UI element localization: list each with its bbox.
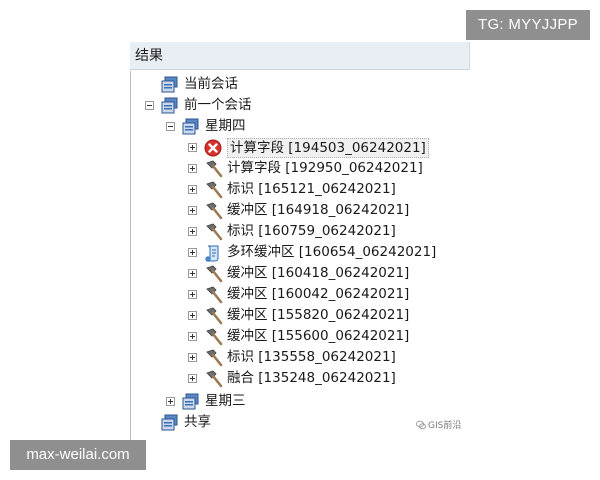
tree-node-label: 缓冲区 [155600_06242021] xyxy=(227,328,410,344)
results-tree: 当前会话 前一个会话 星期四 计算字段 [194503_06242021] 计算… xyxy=(130,71,472,442)
expand-toggle-icon[interactable] xyxy=(188,143,197,152)
screenshot-canvas: TG: MYYJJPP 结果 当前会话 前一个会话 星期四 计算字段 [1945… xyxy=(0,0,600,480)
tree-node-result[interactable]: 计算字段 [192950_06242021] xyxy=(188,158,423,179)
hammer-icon xyxy=(203,285,223,305)
results-panel: 结果 当前会话 前一个会话 星期四 计算字段 [194503_06242021]… xyxy=(130,42,472,442)
hammer-icon xyxy=(203,159,223,179)
hammer-icon xyxy=(203,327,223,347)
tree-node-shared[interactable]: 共享 xyxy=(145,412,211,433)
tree-node-wednesday[interactable]: 星期三 xyxy=(166,391,246,412)
script-icon xyxy=(203,243,223,263)
session-icon xyxy=(181,117,201,137)
error-icon xyxy=(203,138,223,158)
tree-node-label: 标识 [160759_06242021] xyxy=(227,223,396,239)
hammer-icon xyxy=(203,306,223,326)
wechat-icon xyxy=(416,420,426,430)
tree-node-label: 缓冲区 [155820_06242021] xyxy=(227,307,410,323)
session-icon xyxy=(181,392,201,412)
session-icon xyxy=(160,96,180,116)
session-icon xyxy=(160,413,180,433)
session-icon xyxy=(160,75,180,95)
tree-node-result[interactable]: 标识 [160759_06242021] xyxy=(188,221,396,242)
tree-node-result[interactable]: 标识 [135558_06242021] xyxy=(188,347,396,368)
tree-node-result[interactable]: 计算字段 [194503_06242021] xyxy=(188,137,429,158)
expand-toggle-icon[interactable] xyxy=(188,353,197,362)
collapse-toggle-icon[interactable] xyxy=(145,101,154,110)
hammer-icon xyxy=(203,201,223,221)
results-panel-title: 结果 xyxy=(130,42,470,70)
tree-node-label: 当前会话 xyxy=(184,76,238,92)
expand-toggle-icon[interactable] xyxy=(188,290,197,299)
tree-node-result[interactable]: 缓冲区 [160042_06242021] xyxy=(188,284,409,305)
tree-node-result[interactable]: 多环缓冲区 [160654_06242021] xyxy=(188,242,436,263)
tree-node-result[interactable]: 缓冲区 [164918_06242021] xyxy=(188,200,409,221)
expand-toggle-icon[interactable] xyxy=(188,227,197,236)
tree-node-label: 标识 [165121_06242021] xyxy=(227,181,396,197)
expand-toggle-icon[interactable] xyxy=(188,374,197,383)
expand-toggle-icon[interactable] xyxy=(188,248,197,257)
expand-toggle-icon[interactable] xyxy=(188,164,197,173)
tree-node-current-session[interactable]: 当前会话 xyxy=(145,74,238,95)
tree-node-label: 多环缓冲区 [160654_06242021] xyxy=(227,244,437,260)
expand-toggle-icon[interactable] xyxy=(188,206,197,215)
tg-watermark-badge: TG: MYYJJPP xyxy=(466,10,590,40)
tree-node-label: 融合 [135248_06242021] xyxy=(227,370,396,386)
tree-node-label: 标识 [135558_06242021] xyxy=(227,349,396,365)
expand-toggle-icon[interactable] xyxy=(188,269,197,278)
tree-node-label: 计算字段 [194503_06242021] xyxy=(227,137,429,158)
tree-node-result[interactable]: 缓冲区 [155820_06242021] xyxy=(188,305,409,326)
tree-node-label: 缓冲区 [164918_06242021] xyxy=(227,202,410,218)
tree-node-label: 前一个会话 xyxy=(184,97,252,113)
tree-node-label: 缓冲区 [160418_06242021] xyxy=(227,265,410,281)
tree-node-previous-session[interactable]: 前一个会话 xyxy=(145,95,252,116)
tree-node-result[interactable]: 标识 [165121_06242021] xyxy=(188,179,396,200)
gis-watermark-text: GIS前沿 xyxy=(428,421,462,431)
hammer-icon xyxy=(203,369,223,389)
tree-node-result[interactable]: 缓冲区 [160418_06242021] xyxy=(188,263,409,284)
hammer-icon xyxy=(203,264,223,284)
tree-node-label: 星期三 xyxy=(205,393,246,409)
tree-node-result[interactable]: 缓冲区 [155600_06242021] xyxy=(188,326,409,347)
expand-toggle-icon[interactable] xyxy=(166,397,175,406)
expand-toggle-icon[interactable] xyxy=(188,311,197,320)
tree-node-label: 共享 xyxy=(184,414,211,430)
tree-node-result[interactable]: 融合 [135248_06242021] xyxy=(188,368,396,389)
tree-node-thursday[interactable]: 星期四 xyxy=(166,116,246,137)
hammer-icon xyxy=(203,348,223,368)
hammer-icon xyxy=(203,180,223,200)
tree-node-label: 计算字段 [192950_06242021] xyxy=(227,160,423,176)
tree-node-label: 缓冲区 [160042_06242021] xyxy=(227,286,410,302)
expand-toggle-icon[interactable] xyxy=(188,332,197,341)
gis-watermark: GIS前沿 xyxy=(416,418,461,431)
expand-toggle-icon[interactable] xyxy=(188,185,197,194)
site-watermark-badge: max-weilai.com xyxy=(10,440,146,470)
collapse-toggle-icon[interactable] xyxy=(166,122,175,131)
hammer-icon xyxy=(203,222,223,242)
tree-node-label: 星期四 xyxy=(205,118,246,134)
